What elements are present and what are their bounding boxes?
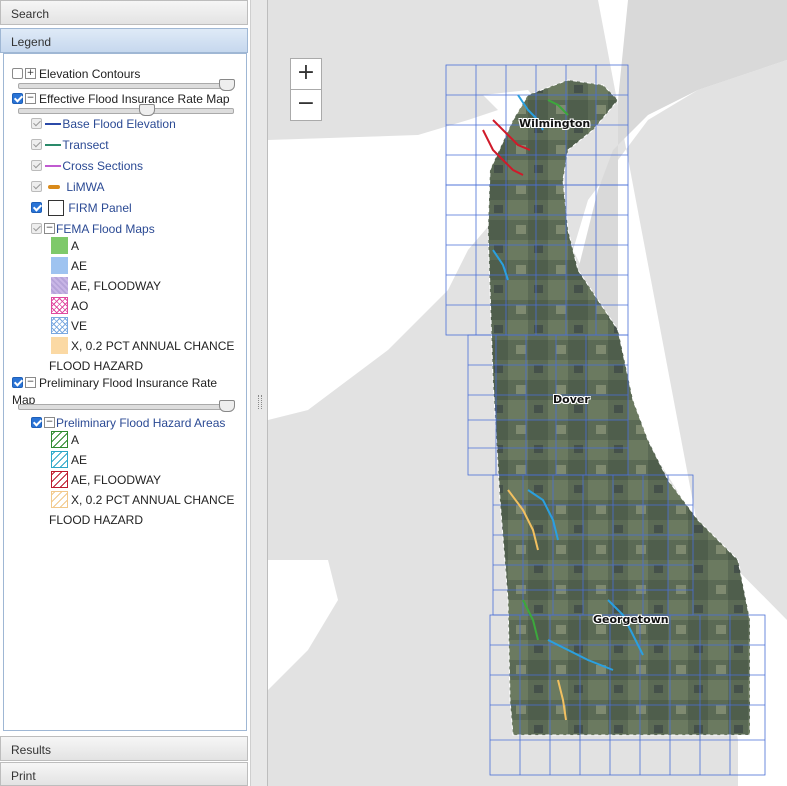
elevation-contours-label: Elevation Contours — [39, 66, 141, 81]
zone-ao-swatch — [51, 297, 68, 315]
limwa-checkbox[interactable] — [31, 181, 42, 193]
water-bay-south — [268, 560, 338, 690]
legend-zone-x-continued: FLOOD HAZARD — [49, 357, 143, 375]
pre-zone-x-swatch — [51, 491, 68, 509]
collapse-icon[interactable]: − — [25, 377, 36, 389]
cross-sections-checkbox[interactable] — [31, 160, 42, 172]
zone-a-swatch — [51, 237, 68, 255]
print-tab-header[interactable]: Print — [0, 762, 248, 786]
zoom-in-button[interactable]: + — [290, 58, 322, 90]
pre-zone-ae-swatch — [51, 451, 68, 469]
zoom-out-button[interactable]: − — [290, 89, 322, 121]
zone-x-label-line2: FLOOD HAZARD — [49, 358, 144, 373]
legend-item-preliminary-hazard-areas: − Preliminary Flood Hazard Areas — [31, 414, 225, 432]
legend-zone-ve: VE — [51, 317, 87, 335]
cross-sections-line-swatch — [45, 164, 62, 167]
legend-item-bfe: Base Flood Elevation — [31, 115, 176, 133]
map-view[interactable]: + − Wilmington Dover Georgetown — [268, 0, 787, 786]
legend-zone-x: X, 0.2 PCT ANNUAL CHANCE — [51, 337, 234, 355]
collapse-icon[interactable]: − — [44, 223, 55, 235]
legend-item-fema-flood-maps: − FEMA Flood Maps — [31, 220, 155, 238]
results-tab-header[interactable]: Results — [0, 736, 248, 761]
effective-firm-opacity-slider[interactable] — [18, 104, 234, 116]
effective-firm-label: Effective Flood Insurance Rate Map — [39, 91, 230, 106]
zone-ae-floodway-swatch — [51, 277, 68, 295]
search-tab-header[interactable]: Search — [0, 0, 248, 25]
left-panel: Search Legend + Elevation Contours − Effec… — [0, 0, 250, 786]
pre-zone-ae-label: AE — [71, 452, 88, 467]
legend-zone-ae-floodway: AE, FLOODWAY — [51, 277, 161, 295]
zone-x-label: X, 0.2 PCT ANNUAL CHANCE — [71, 338, 235, 353]
legend-item-effective-firm: − Effective Flood Insurance Rate Map — [12, 90, 230, 108]
legend-zone-ao: AO — [51, 297, 88, 315]
legend-item-cross-sections: Cross Sections — [31, 157, 143, 175]
zone-ve-swatch — [51, 317, 68, 335]
zone-ae-swatch — [51, 257, 68, 275]
city-label-wilmington: Wilmington — [519, 117, 591, 130]
firm-panel-label: FIRM Panel — [68, 200, 132, 215]
pre-zone-x-label-line2: FLOOD HAZARD — [49, 512, 144, 527]
zone-ae-label: AE — [71, 258, 88, 273]
zone-ae-floodway-label: AE, FLOODWAY — [71, 278, 162, 293]
zone-ao-label: AO — [71, 298, 89, 313]
pre-zone-a-swatch — [51, 431, 68, 449]
preliminary-hazard-areas-checkbox[interactable] — [31, 417, 42, 429]
city-label-dover: Dover — [553, 393, 590, 406]
elevation-contours-checkbox[interactable] — [12, 68, 23, 80]
legend-pre-zone-x: X, 0.2 PCT ANNUAL CHANCE — [51, 491, 234, 509]
collapse-icon[interactable]: − — [44, 417, 55, 429]
limwa-line-swatch — [48, 184, 61, 189]
collapse-icon[interactable]: − — [25, 93, 36, 105]
legend-item-preliminary-firm: − Preliminary Flood Insurance Rate — [12, 374, 217, 392]
pre-zone-ae-floodway-swatch — [51, 471, 68, 489]
legend-panel: + Elevation Contours − Effective Flood Ins… — [3, 53, 247, 731]
legend-pre-zone-ae-floodway: AE, FLOODWAY — [51, 471, 161, 489]
fema-flood-maps-label: FEMA Flood Maps — [56, 221, 155, 236]
preliminary-firm-label: Preliminary Flood Insurance Rate — [39, 375, 218, 390]
transect-label: Transect — [62, 137, 109, 152]
limwa-label: LiMWA — [66, 179, 105, 194]
legend-item-limwa: LiMWA — [31, 178, 105, 196]
legend-item-transect: Transect — [31, 136, 109, 154]
zone-a-label: A — [71, 238, 80, 253]
transect-line-swatch — [45, 143, 62, 146]
legend-pre-zone-ae: AE — [51, 451, 87, 469]
legend-zone-ae: AE — [51, 257, 87, 275]
legend-item-firm-panel: FIRM Panel — [31, 199, 132, 217]
legend-item-elevation-contours: + Elevation Contours — [12, 65, 140, 83]
legend-zone-a: A — [51, 237, 79, 255]
panel-splitter[interactable] — [250, 0, 268, 786]
preliminary-firm-opacity-slider[interactable] — [18, 400, 235, 412]
zone-ve-label: VE — [71, 318, 88, 333]
expand-icon[interactable]: + — [25, 68, 36, 80]
city-label-georgetown: Georgetown — [593, 613, 669, 626]
bfe-label: Base Flood Elevation — [62, 116, 176, 131]
cross-sections-label: Cross Sections — [62, 158, 144, 173]
bfe-checkbox[interactable] — [31, 118, 42, 130]
preliminary-hazard-areas-label: Preliminary Flood Hazard Areas — [56, 415, 226, 430]
effective-firm-checkbox[interactable] — [12, 93, 23, 105]
legend-pre-zone-x-continued: FLOOD HAZARD — [49, 511, 143, 529]
pre-zone-a-label: A — [71, 432, 80, 447]
elevation-contours-opacity-slider[interactable] — [18, 79, 235, 91]
slider-thumb[interactable] — [219, 400, 235, 412]
bfe-line-swatch — [45, 122, 62, 125]
pre-zone-ae-floodway-label: AE, FLOODWAY — [71, 472, 162, 487]
fema-flood-maps-checkbox[interactable] — [31, 223, 42, 235]
firm-panel-checkbox[interactable] — [31, 202, 42, 214]
legend-pre-zone-a: A — [51, 431, 79, 449]
transect-checkbox[interactable] — [31, 139, 42, 151]
legend-tab-header[interactable]: Legend — [0, 28, 248, 53]
pre-zone-x-label: X, 0.2 PCT ANNUAL CHANCE — [71, 492, 235, 507]
zone-x-swatch — [51, 337, 68, 355]
preliminary-firm-checkbox[interactable] — [12, 377, 23, 389]
firm-panel-swatch — [48, 199, 65, 216]
